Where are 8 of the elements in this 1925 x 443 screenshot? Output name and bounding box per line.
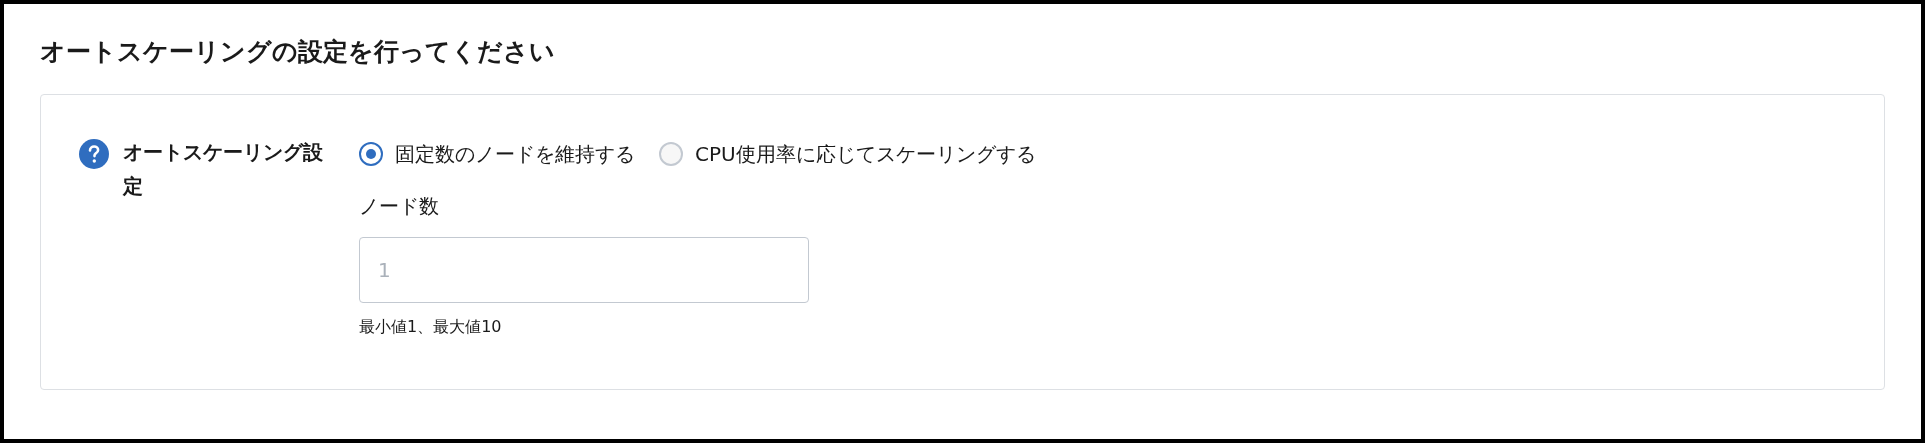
hint-text: 最小値1、最大値10: [359, 317, 502, 338]
help-icon[interactable]: [79, 139, 109, 169]
input-field[interactable]: 1: [359, 237, 809, 303]
page-title: オートスケーリングの設定を行ってください: [40, 36, 555, 68]
radio-button[interactable]: [359, 142, 383, 166]
field-label: ノード数: [359, 193, 439, 220]
radio-button[interactable]: [659, 142, 683, 166]
setting-label: オートスケーリング設定: [123, 139, 323, 200]
